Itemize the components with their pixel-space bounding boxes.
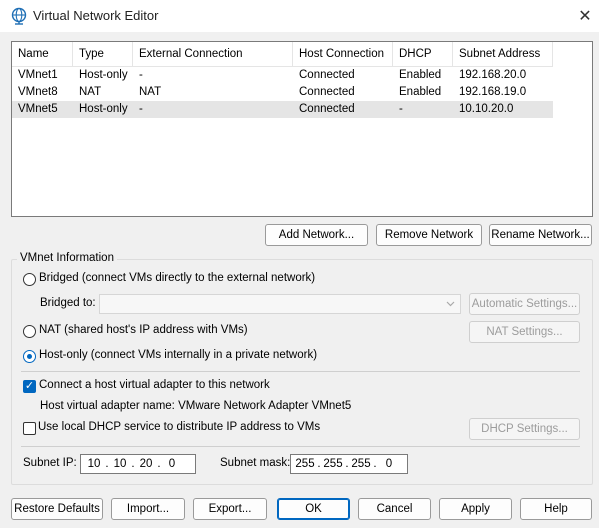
- dhcp-label[interactable]: Use local DHCP service to distribute IP …: [38, 421, 320, 433]
- cell-external: NAT: [139, 86, 162, 98]
- cell-type: Host-only: [79, 103, 128, 115]
- ip-octet[interactable]: 10: [85, 458, 103, 470]
- nat-radio[interactable]: [23, 325, 36, 338]
- export-button[interactable]: Export...: [193, 498, 267, 520]
- cell-external: -: [139, 103, 143, 115]
- table-row-selected[interactable]: VMnet5 Host-only - Connected - 10.10.20.…: [12, 101, 553, 118]
- close-icon: ✕: [578, 8, 592, 25]
- import-button[interactable]: Import...: [111, 498, 185, 520]
- cell-name: VMnet5: [18, 103, 58, 115]
- cell-subnet: 192.168.20.0: [459, 69, 527, 81]
- subnet-mask-label: Subnet mask:: [220, 457, 291, 469]
- cell-name: VMnet1: [18, 69, 58, 81]
- table-header: Name Type External Connection Host Conne…: [12, 42, 553, 67]
- ip-octet[interactable]: 20: [137, 458, 155, 470]
- mask-octet[interactable]: 255: [351, 458, 371, 470]
- subnet-mask-field[interactable]: 255. 255. 255. 0: [290, 454, 408, 474]
- close-button[interactable]: ✕: [572, 3, 598, 29]
- chevron-down-icon: [446, 301, 455, 307]
- subnet-ip-field[interactable]: 10. 10. 20. 0: [80, 454, 196, 474]
- divider: [21, 371, 580, 372]
- subnet-ip-label: Subnet IP:: [23, 457, 77, 469]
- cancel-button[interactable]: Cancel: [358, 498, 431, 520]
- column-header-host[interactable]: Host Connection: [293, 42, 393, 66]
- restore-defaults-button[interactable]: Restore Defaults: [11, 498, 103, 520]
- table-row[interactable]: VMnet8 NAT NAT Connected Enabled 192.168…: [12, 84, 553, 101]
- cell-dhcp: Enabled: [399, 69, 442, 81]
- cell-external: -: [139, 69, 143, 81]
- cell-subnet: 10.10.20.0: [459, 103, 514, 115]
- remove-network-button[interactable]: Remove Network: [376, 224, 482, 246]
- apply-button[interactable]: Apply: [439, 498, 512, 520]
- dhcp-settings-button[interactable]: DHCP Settings...: [469, 418, 580, 440]
- add-network-button[interactable]: Add Network...: [265, 224, 368, 246]
- bridged-to-dropdown[interactable]: [99, 294, 461, 314]
- nat-settings-button[interactable]: NAT Settings...: [469, 321, 580, 343]
- mask-octet[interactable]: 0: [379, 458, 399, 470]
- rename-network-button[interactable]: Rename Network...: [489, 224, 592, 246]
- table-row[interactable]: VMnet1 Host-only - Connected Enabled 192…: [12, 67, 553, 84]
- automatic-settings-button[interactable]: Automatic Settings...: [469, 293, 580, 315]
- mask-octet[interactable]: 255: [323, 458, 343, 470]
- host-only-radio[interactable]: [23, 350, 36, 363]
- nat-label[interactable]: NAT (shared host's IP address with VMs): [39, 324, 248, 336]
- mask-octet[interactable]: 255: [295, 458, 315, 470]
- cell-name: VMnet8: [18, 86, 58, 98]
- ip-octet[interactable]: 0: [163, 458, 181, 470]
- column-header-name[interactable]: Name: [12, 42, 73, 66]
- help-button[interactable]: Help: [520, 498, 592, 520]
- dhcp-checkbox[interactable]: [23, 422, 36, 435]
- connect-adapter-checkbox[interactable]: ✓: [23, 380, 36, 393]
- bridged-label[interactable]: Bridged (connect VMs directly to the ext…: [39, 272, 315, 284]
- column-header-dhcp[interactable]: DHCP: [393, 42, 453, 66]
- bridged-radio[interactable]: [23, 273, 36, 286]
- connect-adapter-label[interactable]: Connect a host virtual adapter to this n…: [39, 379, 270, 391]
- cell-host: Connected: [299, 86, 355, 98]
- divider: [21, 446, 580, 447]
- cell-dhcp: Enabled: [399, 86, 442, 98]
- column-header-external[interactable]: External Connection: [133, 42, 293, 66]
- cell-host: Connected: [299, 69, 355, 81]
- adapter-name-text: Host virtual adapter name: VMware Networ…: [40, 400, 352, 412]
- ok-button[interactable]: OK: [277, 498, 350, 520]
- host-only-label[interactable]: Host-only (connect VMs internally in a p…: [39, 349, 317, 361]
- network-table[interactable]: Name Type External Connection Host Conne…: [11, 41, 593, 217]
- column-header-subnet[interactable]: Subnet Address: [453, 42, 553, 66]
- cell-subnet: 192.168.19.0: [459, 86, 527, 98]
- ip-octet[interactable]: 10: [111, 458, 129, 470]
- cell-host: Connected: [299, 103, 355, 115]
- bridged-to-label: Bridged to:: [40, 297, 96, 309]
- cell-dhcp: -: [399, 103, 403, 115]
- column-header-type[interactable]: Type: [73, 42, 133, 66]
- globe-network-icon: [11, 7, 27, 25]
- cell-type: Host-only: [79, 69, 128, 81]
- window-title: Virtual Network Editor: [33, 8, 159, 23]
- cell-type: NAT: [79, 86, 102, 98]
- group-label: VMnet Information: [17, 252, 117, 264]
